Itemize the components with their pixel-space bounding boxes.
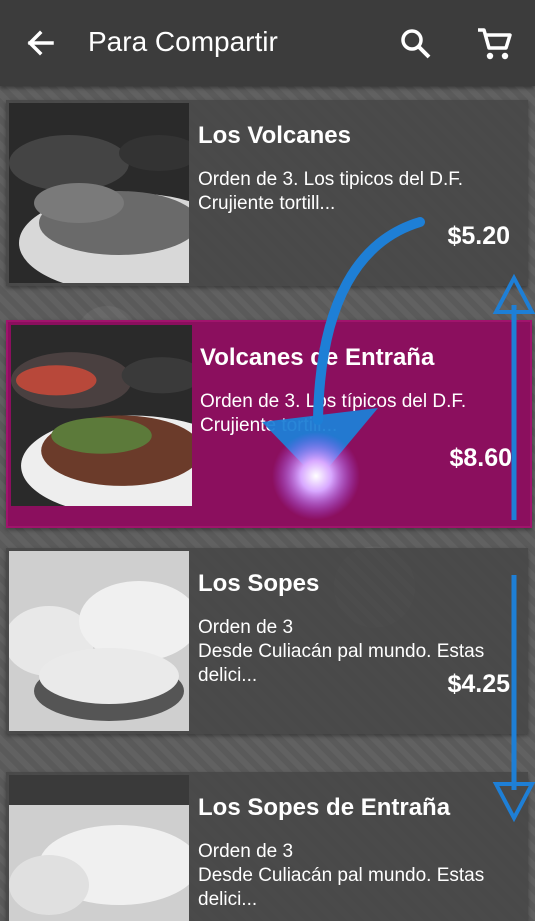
item-description: Orden de 3. Los tipicos del D.F. Crujien… (198, 169, 464, 214)
item-description: Orden de 3. Los típicos del D.F. Crujien… (200, 391, 467, 436)
item-name: Los Sopes (198, 570, 320, 597)
page-title: Para Compartir (88, 26, 278, 57)
item-name: Los Sopes de Entraña (198, 794, 451, 821)
item-description: Orden de 3 Desde Culiacán pal mundo. Est… (198, 841, 485, 910)
menu-item-card[interactable]: Los Sopes de Entraña Orden de 3 Desde Cu… (6, 772, 528, 921)
cart-icon[interactable] (474, 24, 514, 64)
menu-item-card[interactable]: Volcanes de Entraña Orden de 3. Los típi… (6, 320, 532, 528)
app-bar: Para Compartir (0, 0, 535, 86)
food-image (9, 551, 189, 731)
item-name: Los Volcanes (198, 122, 351, 149)
back-arrow-icon[interactable] (20, 23, 60, 63)
food-image (9, 775, 189, 921)
food-image (11, 325, 192, 506)
item-name: Volcanes de Entraña (200, 344, 435, 371)
item-price: $8.60 (449, 444, 512, 472)
menu-item-card[interactable]: Los Volcanes Orden de 3. Los tipicos del… (6, 100, 528, 286)
item-price: $4.25 (447, 670, 510, 698)
search-icon[interactable] (398, 26, 434, 62)
item-price: $5.20 (447, 222, 510, 250)
food-image (9, 103, 189, 283)
menu-item-card[interactable]: Los Sopes Orden de 3 Desde Culiacán pal … (6, 548, 528, 734)
